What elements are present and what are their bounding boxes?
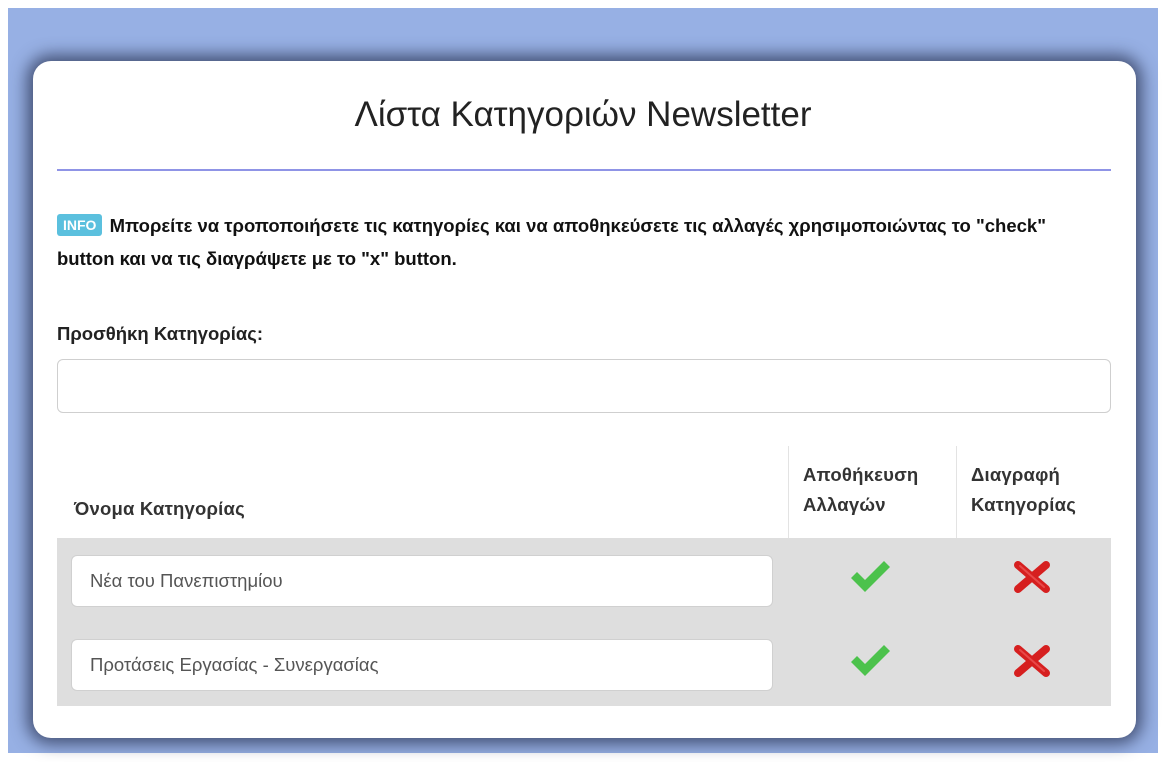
info-text: Μπορείτε να τροποποιήσετε τις κατηγορίες…: [57, 215, 1046, 269]
add-category-label: Προσθήκη Κατηγορίας:: [57, 323, 264, 344]
add-category-input[interactable]: [57, 359, 1111, 413]
x-icon: [1014, 645, 1050, 677]
delete-category-button[interactable]: [1010, 641, 1054, 681]
category-name-input[interactable]: [71, 555, 773, 607]
column-header-name: Όνομα Κατηγορίας: [57, 446, 788, 538]
table-row: [57, 622, 1111, 706]
delete-category-button[interactable]: [1010, 557, 1054, 597]
title-divider: [57, 169, 1111, 171]
column-header-delete-line1: Διαγραφή: [971, 464, 1061, 485]
info-message: INFO Μπορείτε να τροποποιήσετε τις κατηγ…: [57, 209, 1057, 275]
save-changes-button[interactable]: [848, 641, 892, 681]
column-header-delete-line2: Κατηγορίας: [971, 494, 1077, 515]
column-header-delete: Διαγραφή Κατηγορίας: [956, 446, 1111, 538]
column-header-save-line1: Αποθήκευση: [803, 464, 919, 485]
info-badge: INFO: [57, 214, 103, 236]
category-name-input[interactable]: [71, 639, 773, 691]
save-changes-button[interactable]: [848, 557, 892, 597]
categories-table: Όνομα Κατηγορίας Αποθήκευση Αλλαγών Διαγ…: [57, 446, 1111, 706]
table-header: Όνομα Κατηγορίας Αποθήκευση Αλλαγών Διαγ…: [57, 446, 1111, 538]
check-icon: [851, 645, 890, 676]
x-icon: [1014, 561, 1050, 593]
check-icon: [851, 561, 890, 592]
column-header-save-line2: Αλλαγών: [803, 494, 886, 515]
table-body: [57, 538, 1111, 706]
page-title: Λίστα Κατηγοριών Newsletter: [354, 95, 812, 134]
column-header-name-label: Όνομα Κατηγορίας: [74, 498, 245, 519]
table-row: [57, 538, 1111, 622]
column-header-save: Αποθήκευση Αλλαγών: [788, 446, 956, 538]
